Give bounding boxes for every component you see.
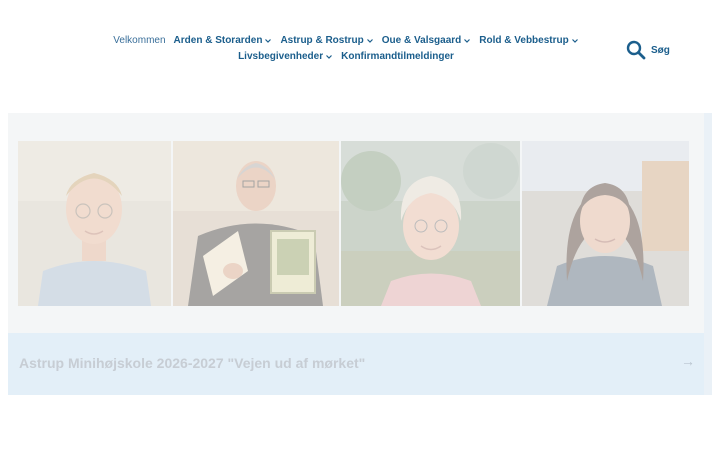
nav-item-astrup-rostrup[interactable]: Astrup & Rostrup bbox=[280, 34, 373, 48]
chevron-down-icon bbox=[265, 39, 272, 43]
portrait-photo-2 bbox=[173, 141, 339, 306]
portrait-photo-4 bbox=[522, 141, 689, 306]
search-button[interactable]: Søg bbox=[626, 40, 670, 60]
hero-card-title: Astrup Minihøjskole 2026-2027 "Vejen ud … bbox=[19, 355, 366, 371]
chevron-down-icon bbox=[571, 39, 578, 43]
nav-item-label: Astrup & Rostrup bbox=[280, 35, 364, 46]
portrait-photo-1 bbox=[18, 141, 171, 306]
hero-card-footer: Astrup Minihøjskole 2026-2027 "Vejen ud … bbox=[8, 333, 712, 395]
nav-item-label: Arden & Storarden bbox=[173, 35, 263, 46]
nav-item-label: Velkommen bbox=[113, 35, 166, 46]
search-icon bbox=[626, 40, 646, 60]
nav-item-label: Oue & Valsgaard bbox=[381, 35, 462, 46]
nav-item-label: Livsbegivenheder bbox=[238, 51, 324, 62]
nav-item-arden-storarden[interactable]: Arden & Storarden bbox=[174, 34, 273, 48]
chevron-down-icon bbox=[366, 39, 373, 43]
nav-item-label: Rold & Vebbestrup bbox=[479, 35, 569, 46]
portrait-photo-3 bbox=[341, 141, 520, 306]
nav-item-rold-vebbestrup[interactable]: Rold & Vebbestrup bbox=[479, 34, 578, 48]
chevron-down-icon bbox=[326, 55, 333, 59]
nav-item-konfirmandtilmeldinger[interactable]: Konfirmandtilmeldinger bbox=[341, 50, 454, 64]
hero-card[interactable]: Astrup Minihøjskole 2026-2027 "Vejen ud … bbox=[8, 113, 712, 395]
nav-item-livsbegivenheder[interactable]: Livsbegivenheder bbox=[238, 50, 333, 64]
chevron-down-icon bbox=[464, 39, 471, 43]
nav-item-oue-valsgaard[interactable]: Oue & Valsgaard bbox=[382, 34, 471, 48]
nav-item-label: Konfirmandtilmeldinger bbox=[341, 51, 454, 62]
card-edge-shadow bbox=[704, 113, 712, 395]
arrow-right-icon[interactable]: → bbox=[681, 353, 695, 369]
main-navigation: Velkommen Arden & Storarden Astrup & Ros… bbox=[96, 34, 596, 64]
hero-image bbox=[8, 113, 712, 333]
nav-item-velkommen[interactable]: Velkommen bbox=[113, 34, 165, 48]
search-label: Søg bbox=[651, 44, 670, 56]
